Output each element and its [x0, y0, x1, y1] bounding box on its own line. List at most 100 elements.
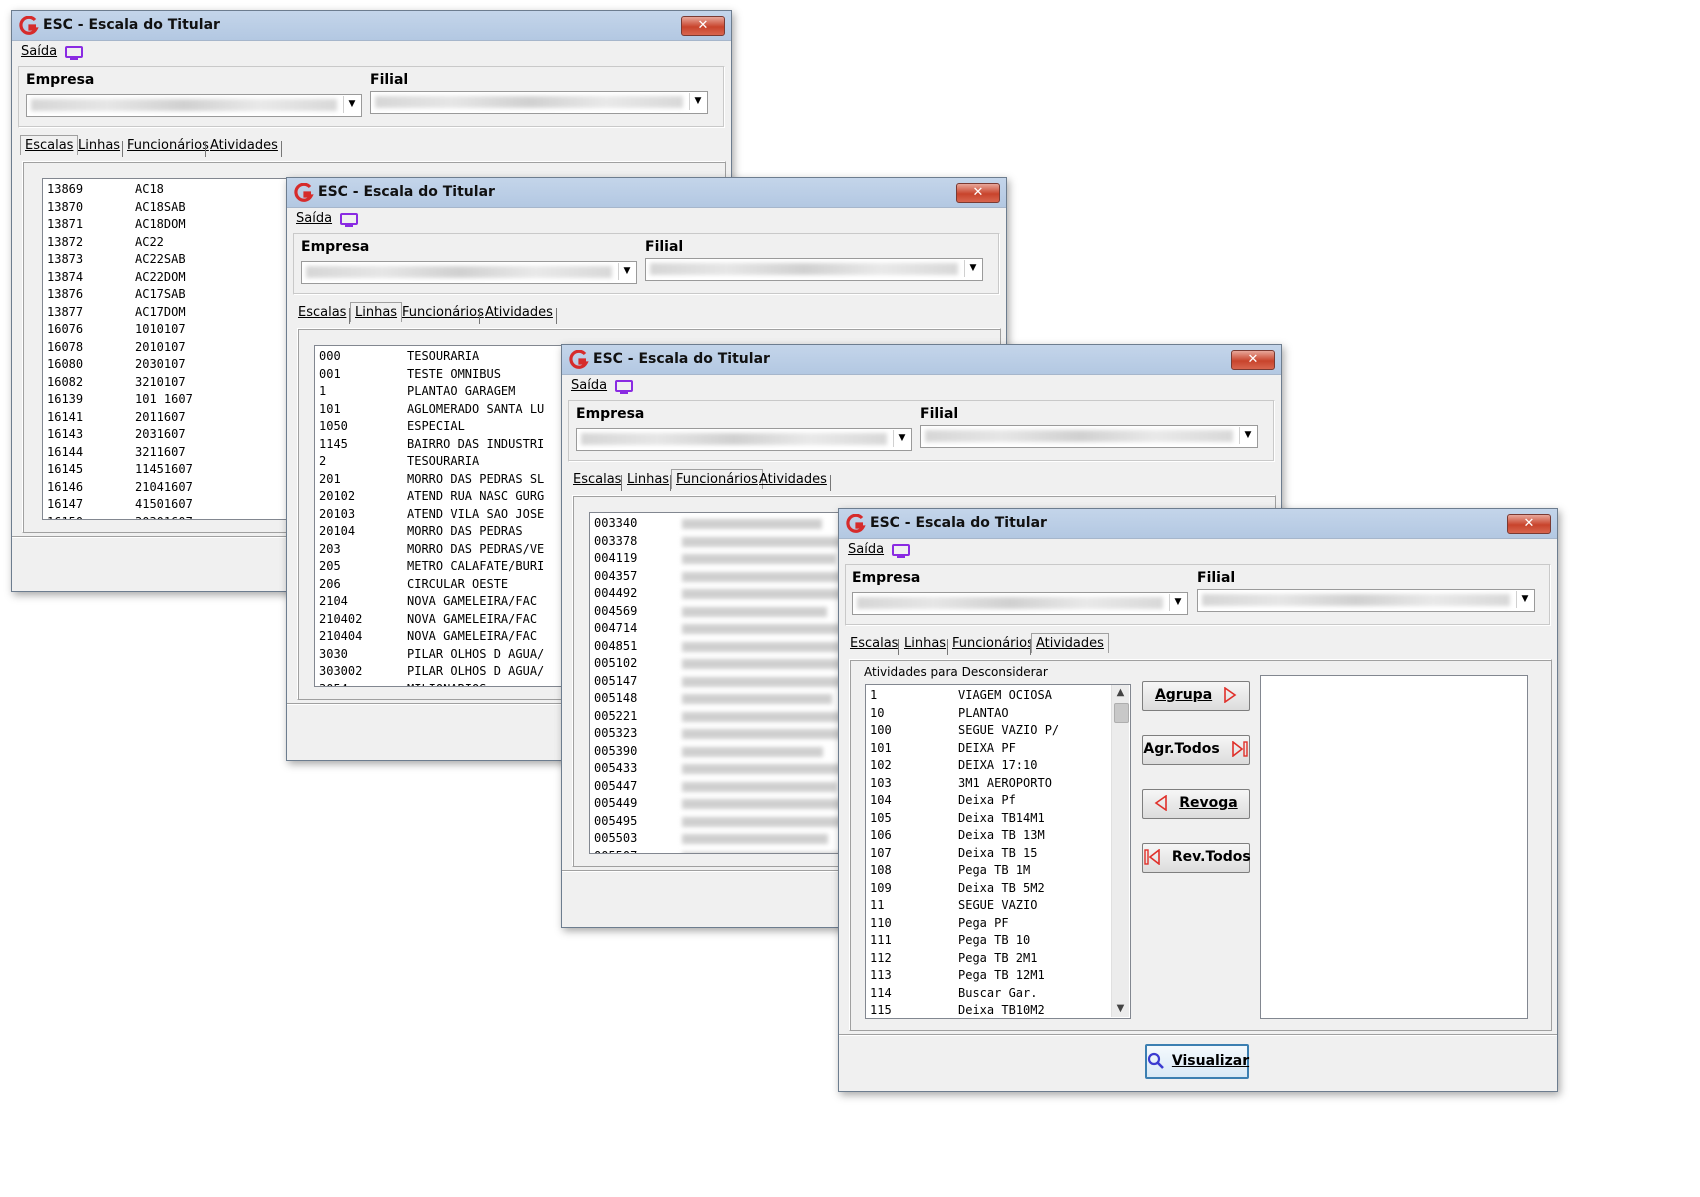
close-button[interactable]: ✕	[681, 16, 725, 36]
list-item[interactable]: 005495	[590, 813, 840, 831]
list-item[interactable]: 004492	[590, 585, 840, 603]
list-item[interactable]: 109 Deixa TB 5M2	[866, 880, 1130, 898]
list-item[interactable]: 2104 NOVA GAMELEIRA/FAC	[315, 593, 565, 611]
close-button[interactable]: ✕	[1507, 514, 1551, 534]
chevron-down-icon[interactable]: ▼	[1239, 427, 1256, 444]
list-item[interactable]: 110 Pega PF	[866, 915, 1130, 933]
window-atividades[interactable]: ESC - Escala do Titular ✕ Saída Empresa …	[838, 508, 1558, 1092]
atividades-scrollbar[interactable]: ▲ ▼	[1111, 685, 1129, 1017]
chevron-down-icon[interactable]: ▼	[618, 263, 635, 280]
list-item[interactable]: 005147	[590, 673, 840, 691]
list-item[interactable]: 16082 3210107	[43, 374, 303, 392]
list-item[interactable]: 13876 AC17SAB	[43, 286, 303, 304]
monitor-icon[interactable]	[614, 379, 634, 395]
menu-saida[interactable]: Saída	[296, 211, 332, 226]
list-item[interactable]: 16080 2030107	[43, 356, 303, 374]
chevron-down-icon[interactable]: ▼	[893, 430, 910, 447]
list-item[interactable]: 1050 ESPECIAL	[315, 418, 565, 436]
list-item[interactable]: 20103 ATEND VILA SAO JOSE	[315, 506, 565, 524]
list-item[interactable]: 16144 3211607	[43, 444, 303, 462]
list-item[interactable]: 102 DEIXA 17:10	[866, 757, 1130, 775]
list-item[interactable]: 13877 AC17DOM	[43, 304, 303, 322]
chevron-down-icon[interactable]: ▼	[689, 93, 706, 110]
tab-escalas[interactable]: Escalas	[850, 636, 898, 651]
list-item[interactable]: 16141 2011607	[43, 409, 303, 427]
list-item[interactable]: 101 AGLOMERADO SANTA LU	[315, 401, 565, 419]
list-item[interactable]: 000 TESOURARIA	[315, 348, 565, 366]
list-item[interactable]: 005390	[590, 743, 840, 761]
list-item[interactable]: 16150 30301607	[43, 514, 303, 520]
list-item[interactable]: 1 VIAGEM OCIOSA	[866, 687, 1130, 705]
list-item[interactable]: 103 3M1 AEROPORTO	[866, 775, 1130, 793]
list-item[interactable]: 11 SEGUE VAZIO	[866, 897, 1130, 915]
empresa-select[interactable]: ▼	[576, 428, 912, 451]
tab-funcionarios[interactable]: Funcionários	[671, 469, 763, 489]
list-item[interactable]: 1145 BAIRRO DAS INDUSTRI	[315, 436, 565, 454]
visualizar-button[interactable]: Visualizar	[1145, 1044, 1249, 1079]
title-bar[interactable]: ESC - Escala do Titular ✕	[287, 178, 1006, 208]
tab-funcionarios[interactable]: Funcionários	[952, 636, 1034, 651]
atividades-list[interactable]: 1 VIAGEM OCIOSA 10 PLANTAO 100 SEGUE VAZIO P/…	[865, 684, 1131, 1019]
filial-select[interactable]: ▼	[1197, 589, 1535, 612]
funcionarios-list[interactable]: 003340 003378 004119 004357 004492 004569 0047…	[589, 512, 840, 854]
linhas-list[interactable]: 000 TESOURARIA 001 TESTE OMNIBUS 1 PLANTAO GA…	[314, 345, 565, 687]
tab-linhas[interactable]: Linhas	[350, 302, 403, 322]
list-item[interactable]: 112 Pega TB 2M1	[866, 950, 1130, 968]
tab-atividades[interactable]: Atividades	[759, 472, 827, 487]
list-item[interactable]: 005503	[590, 830, 840, 848]
menu-saida[interactable]: Saída	[848, 542, 884, 557]
close-button[interactable]: ✕	[956, 183, 1000, 203]
chevron-down-icon[interactable]: ▼	[343, 96, 360, 113]
list-item[interactable]: 303002 PILAR OLHOS D AGUA/	[315, 663, 565, 681]
list-item[interactable]: 3030 PILAR OLHOS D AGUA/	[315, 646, 565, 664]
list-item[interactable]: 106 Deixa TB 13M	[866, 827, 1130, 845]
list-item[interactable]: 004851	[590, 638, 840, 656]
tab-linhas[interactable]: Linhas	[78, 138, 120, 153]
list-item[interactable]: 005507	[590, 848, 840, 853]
rev-todos-button[interactable]: Rev.Todos	[1142, 843, 1251, 873]
tab-escalas[interactable]: Escalas	[20, 135, 79, 155]
list-item[interactable]: 203 MORRO DAS PEDRAS/VE	[315, 541, 565, 559]
list-item[interactable]: 004714	[590, 620, 840, 638]
list-item[interactable]: 005433	[590, 760, 840, 778]
list-item[interactable]: 104 Deixa Pf	[866, 792, 1130, 810]
scroll-down-icon[interactable]: ▼	[1112, 1001, 1129, 1017]
empresa-select[interactable]: ▼	[852, 592, 1188, 615]
list-item[interactable]: 004357	[590, 568, 840, 586]
list-item[interactable]: 005148	[590, 690, 840, 708]
monitor-icon[interactable]	[64, 45, 84, 61]
list-item[interactable]: 005449	[590, 795, 840, 813]
empresa-select[interactable]: ▼	[26, 94, 362, 117]
monitor-icon[interactable]	[339, 212, 359, 228]
empresa-select[interactable]: ▼	[301, 261, 637, 284]
title-bar[interactable]: ESC - Escala do Titular ✕	[12, 11, 731, 41]
tab-atividades[interactable]: Atividades	[210, 138, 278, 153]
list-item[interactable]: 001 TESTE OMNIBUS	[315, 366, 565, 384]
list-item[interactable]: 16147 41501607	[43, 496, 303, 514]
scroll-thumb[interactable]	[1114, 703, 1129, 723]
list-item[interactable]: 1 PLANTAO GARAGEM	[315, 383, 565, 401]
list-item[interactable]: 201 MORRO DAS PEDRAS SL	[315, 471, 565, 489]
title-bar[interactable]: ESC - Escala do Titular ✕	[839, 509, 1557, 539]
list-item[interactable]: 13872 AC22	[43, 234, 303, 252]
list-item[interactable]: 13871 AC18DOM	[43, 216, 303, 234]
list-item[interactable]: 111 Pega TB 10	[866, 932, 1130, 950]
filial-select[interactable]: ▼	[645, 258, 983, 281]
tab-linhas[interactable]: Linhas	[627, 472, 669, 487]
list-item[interactable]: 13870 AC18SAB	[43, 199, 303, 217]
list-item[interactable]: 3054 MILIONARIOS	[315, 681, 565, 687]
filial-select[interactable]: ▼	[370, 91, 708, 114]
menu-saida[interactable]: Saída	[571, 378, 607, 393]
list-item[interactable]: 004569	[590, 603, 840, 621]
escalas-list[interactable]: 13869 AC18 13870 AC18SAB 13871 AC18DOM 13872 AC…	[42, 178, 303, 520]
chevron-down-icon[interactable]: ▼	[964, 260, 981, 277]
agrupa-button[interactable]: Agrupa	[1142, 681, 1250, 711]
list-item[interactable]: 16139 101 1607	[43, 391, 303, 409]
list-item[interactable]: 20104 MORRO DAS PEDRAS	[315, 523, 565, 541]
list-item[interactable]: 003378	[590, 533, 840, 551]
tab-funcionarios[interactable]: Funcionários	[402, 305, 484, 320]
list-item[interactable]: 113 Pega TB 12M1	[866, 967, 1130, 985]
desconsiderar-list[interactable]	[1260, 675, 1528, 1019]
close-button[interactable]: ✕	[1231, 350, 1275, 370]
list-item[interactable]: 16146 21041607	[43, 479, 303, 497]
